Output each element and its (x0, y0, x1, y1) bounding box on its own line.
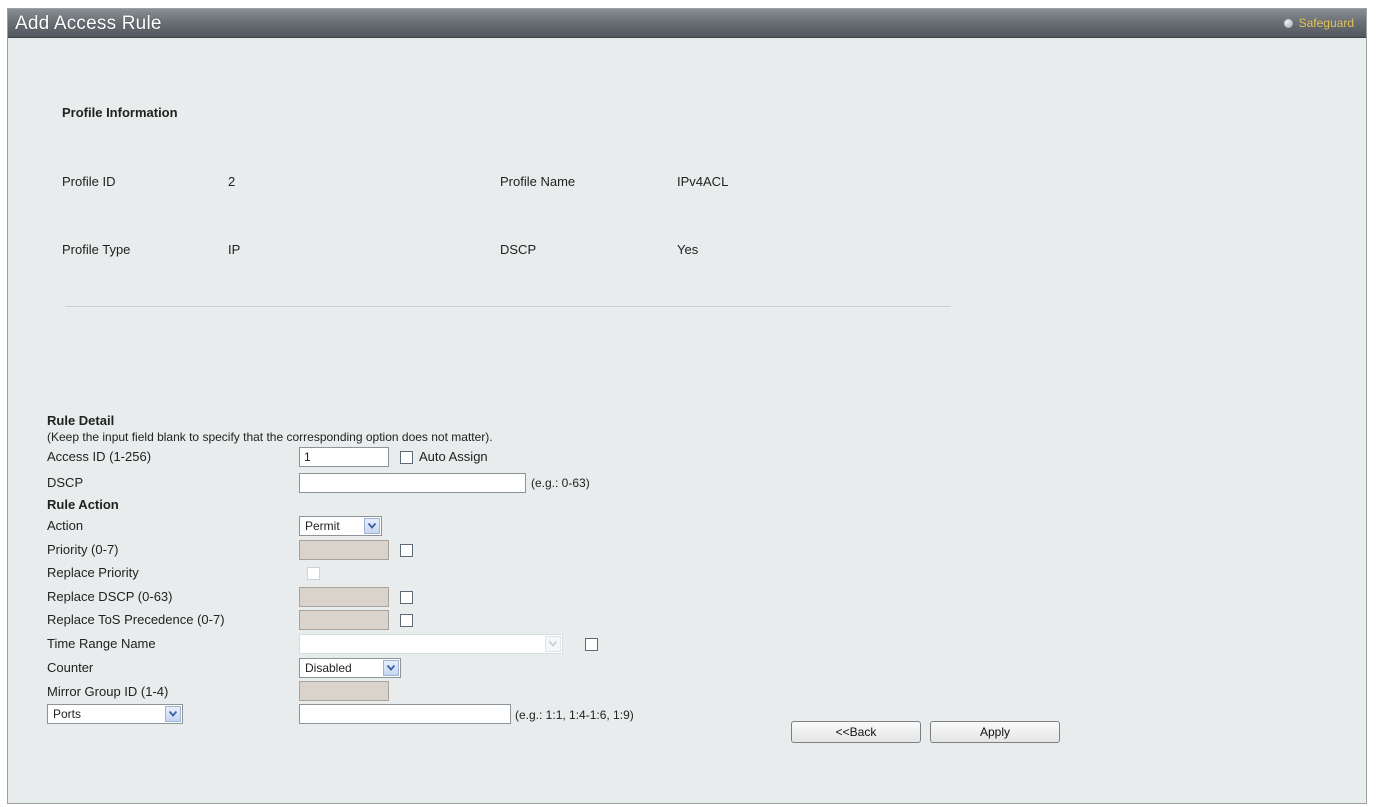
back-button[interactable]: <<Back (791, 721, 921, 743)
dscp-input[interactable] (299, 473, 526, 493)
action-label: Action (47, 518, 84, 533)
counter-select-value: Disabled (305, 661, 352, 675)
ports-input[interactable] (299, 704, 511, 724)
safeguard-label: Safeguard (1298, 16, 1354, 30)
mirror-group-label: Mirror Group ID (1-4) (47, 684, 169, 699)
safeguard-icon (1283, 18, 1293, 28)
replace-dscp-checkbox[interactable] (400, 591, 413, 604)
counter-select[interactable]: Disabled (299, 658, 401, 678)
priority-input (299, 540, 389, 560)
rule-action-heading: Rule Action (47, 497, 119, 512)
dscp-label: DSCP (47, 475, 84, 490)
time-range-label: Time Range Name (47, 636, 156, 651)
time-range-checkbox[interactable] (585, 638, 598, 651)
auto-assign-checkbox[interactable] (400, 451, 413, 464)
profile-id-label: Profile ID (62, 174, 116, 189)
replace-priority-checkbox (307, 567, 320, 580)
chevron-down-icon (545, 636, 561, 652)
profile-type-value: IP (228, 242, 241, 257)
chevron-down-icon (165, 706, 181, 722)
safeguard-indicator: Safeguard (1283, 16, 1354, 30)
action-select[interactable]: Permit (299, 516, 382, 536)
profile-dscp-value: Yes (677, 242, 699, 257)
ports-hint: (e.g.: 1:1, 1:4-1:6, 1:9) (515, 708, 634, 722)
ports-type-select[interactable]: Ports (47, 704, 183, 724)
window-title: Add Access Rule (15, 13, 162, 34)
add-access-rule-window: Add Access Rule Safeguard Profile Inform… (7, 8, 1367, 804)
profile-dscp-label: DSCP (500, 242, 537, 257)
action-select-value: Permit (305, 519, 340, 533)
replace-dscp-input (299, 587, 389, 607)
apply-button[interactable]: Apply (930, 721, 1060, 743)
rule-detail-heading: Rule Detail (47, 413, 115, 428)
profile-name-label: Profile Name (500, 174, 576, 189)
chevron-down-icon (364, 518, 380, 534)
section-divider (65, 306, 951, 307)
counter-label: Counter (47, 660, 94, 675)
dscp-hint: (e.g.: 0-63) (531, 476, 590, 490)
replace-tos-label: Replace ToS Precedence (0-7) (47, 612, 225, 627)
access-id-input[interactable]: 1 (299, 447, 389, 467)
chevron-down-icon (383, 660, 399, 676)
profile-name-value: IPv4ACL (677, 174, 729, 189)
replace-tos-input (299, 610, 389, 630)
ports-type-select-value: Ports (53, 707, 82, 721)
replace-tos-checkbox[interactable] (400, 614, 413, 627)
profile-information-heading: Profile Information (62, 105, 178, 120)
mirror-group-input (299, 681, 389, 701)
replace-priority-label: Replace Priority (47, 565, 139, 580)
profile-type-label: Profile Type (62, 242, 131, 257)
profile-id-value: 2 (228, 174, 236, 189)
priority-label: Priority (0-7) (47, 542, 119, 557)
auto-assign-label: Auto Assign (419, 449, 488, 464)
title-bar: Add Access Rule Safeguard (8, 9, 1366, 38)
replace-dscp-label: Replace DSCP (0-63) (47, 589, 173, 604)
time-range-select (299, 634, 563, 654)
access-id-label: Access ID (1-256) (47, 449, 152, 464)
rule-detail-note: (Keep the input field blank to specify t… (47, 430, 493, 444)
priority-checkbox[interactable] (400, 544, 413, 557)
